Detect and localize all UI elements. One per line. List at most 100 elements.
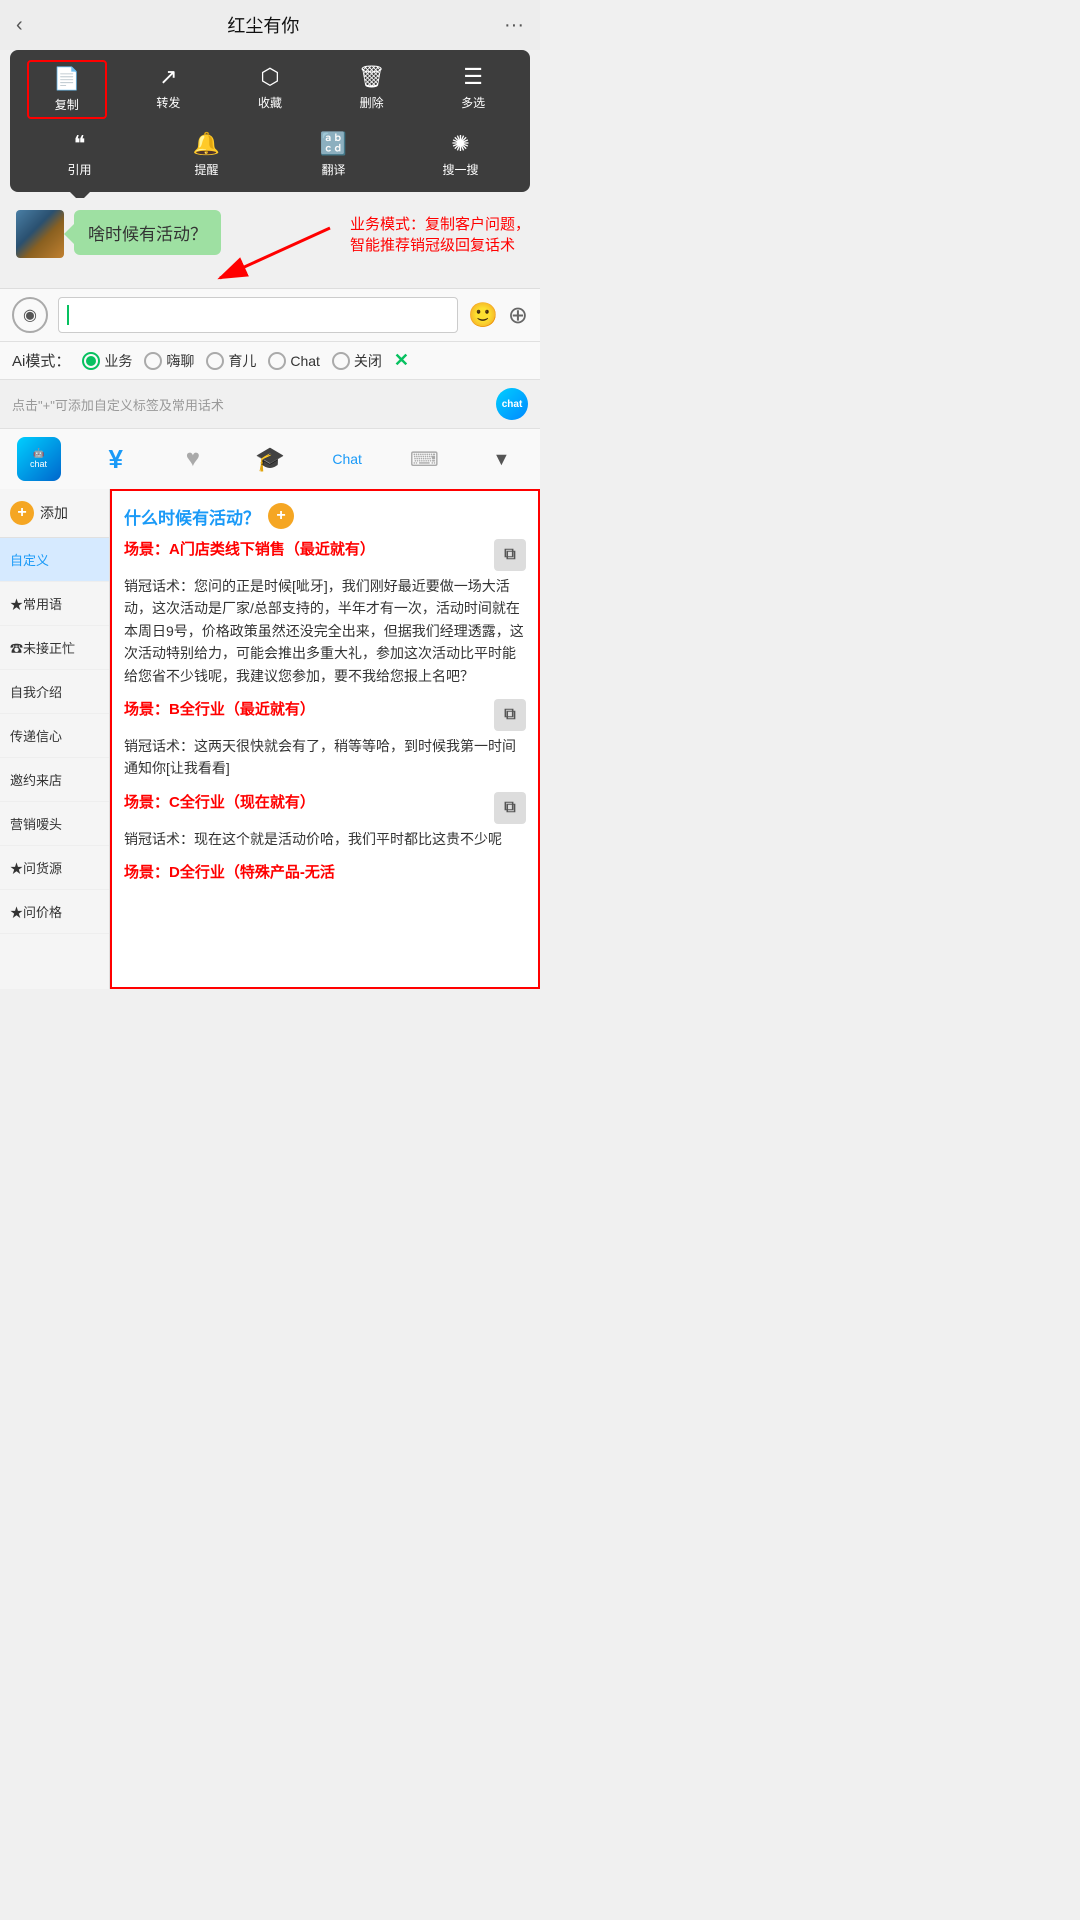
scenario-d-title: 场景：D全行业（特殊产品-无活: [124, 862, 526, 885]
collect-icon: ⬡: [260, 64, 279, 90]
yen-icon: ¥: [108, 444, 122, 475]
dropdown-arrow-icon: ▼: [492, 449, 510, 470]
sidebar-item-stock-label: ★问货源: [10, 861, 62, 876]
scenario-a-content: 销冠话术：您问的正是时候[呲牙]，我们刚好最近要做一场大活动，这次活动是厂家/总…: [124, 575, 526, 687]
remind-icon: 🔔: [193, 131, 220, 157]
radio-chat-label: Chat: [290, 353, 320, 369]
sidebar-item-intro-label: 自我介绍: [10, 685, 62, 700]
close-button[interactable]: ✕: [394, 350, 409, 371]
mode-haichat[interactable]: 嗨聊: [144, 351, 194, 371]
chat-badge-label: chat: [502, 399, 523, 410]
sidebar-item-common-label: ★常用语: [10, 597, 62, 612]
menu-search-label: 搜一搜: [442, 161, 478, 178]
scenario-d-block: 场景：D全行业（特殊产品-无活: [124, 862, 526, 885]
add-scenario-button[interactable]: +: [268, 503, 294, 529]
input-area: ◉ 🙂 ⊕: [0, 288, 540, 341]
scenario-c-content: 销冠话术：现在这个就是活动价哈，我们平时都比这贵不少呢: [124, 828, 526, 850]
radio-parenting-label: 育儿: [228, 351, 256, 371]
toolbar-yen[interactable]: ¥: [91, 437, 141, 481]
scenario-b-title: 场景：B全行业（最近就有） ⧉: [124, 699, 526, 731]
header: ‹ 红尘有你 ···: [0, 0, 540, 50]
right-panel: 什么时候有活动？ + 场景：A门店类线下销售（最近就有） ⧉ 销冠话术：您问的正…: [110, 489, 540, 989]
chat-area: 啥时候有活动？ 业务模式：复制客户问题，智能推荐销冠级回复话术: [0, 198, 540, 288]
radio-off-label: 关闭: [354, 351, 382, 371]
mode-parenting[interactable]: 育儿: [206, 351, 256, 371]
hint-text: 点击"+"可添加自定义标签及常用话术: [12, 395, 224, 414]
menu-search[interactable]: ✺ 搜一搜: [421, 127, 501, 182]
chat-badge[interactable]: chat: [496, 388, 528, 420]
sidebar-item-intro[interactable]: 自我介绍: [0, 670, 109, 714]
menu-forward[interactable]: ↗ 转发: [128, 60, 208, 119]
sidebar-item-custom[interactable]: 自定义: [0, 538, 109, 582]
question-header: 什么时候有活动？ +: [124, 503, 526, 529]
menu-delete-label: 删除: [360, 94, 384, 111]
voice-icon: ◉: [23, 305, 37, 325]
toolbar-graduation-hat[interactable]: 🎓: [245, 437, 295, 481]
avatar: [16, 210, 64, 258]
radio-parenting-circle: [206, 352, 224, 370]
toolbar: 🤖chat ¥ ♥ 🎓 Chat ⌨ ▼: [0, 428, 540, 489]
copy-scenario-b-button[interactable]: ⧉: [494, 699, 526, 731]
back-button[interactable]: ‹: [16, 14, 23, 37]
sidebar-item-common[interactable]: ★常用语: [0, 582, 109, 626]
scenario-c-title-text: 场景：C全行业（现在就有）: [124, 792, 315, 815]
menu-remind-label: 提醒: [194, 161, 218, 178]
multiselect-icon: ☰: [463, 64, 483, 90]
sidebar-item-missed-label: ☎未接正忙: [10, 641, 75, 656]
add-label: 添加: [40, 503, 68, 523]
radio-business-label: 业务: [104, 351, 132, 371]
scenario-b-block: 场景：B全行业（最近就有） ⧉ 销冠话术：这两天很快就会有了，稍等等哈，到时候我…: [124, 699, 526, 780]
sidebar-item-confidence[interactable]: 传递信心: [0, 714, 109, 758]
sidebar-item-missed[interactable]: ☎未接正忙: [0, 626, 109, 670]
message-text: 啥时候有活动？: [88, 225, 207, 244]
menu-remind[interactable]: 🔔 提醒: [167, 127, 247, 182]
sidebar-item-custom-label: 自定义: [10, 553, 49, 568]
copy-scenario-c-button[interactable]: ⧉: [494, 792, 526, 824]
toolbar-chat-text[interactable]: Chat: [322, 437, 372, 481]
menu-collect[interactable]: ⬡ 收藏: [230, 60, 310, 119]
ai-mode-bar: Ai模式： 业务 嗨聊 育儿 Chat 关闭 ✕: [0, 341, 540, 379]
menu-quote[interactable]: ❝ 引用: [40, 127, 120, 182]
sidebar-add-button[interactable]: + 添加: [0, 489, 109, 538]
toolbar-dropdown[interactable]: ▼: [476, 437, 526, 481]
menu-row-1: 📄 复制 ↗ 转发 ⬡ 收藏 🗑 删除 ☰ 多选: [16, 60, 524, 119]
page-title: 红尘有你: [227, 12, 299, 38]
add-button[interactable]: ⊕: [508, 301, 528, 330]
scenario-d-title-text: 场景：D全行业（特殊产品-无活: [124, 862, 335, 885]
sidebar-item-invite[interactable]: 邀约来店: [0, 758, 109, 802]
text-input-container[interactable]: [58, 297, 458, 333]
emoji-button[interactable]: 🙂: [468, 301, 498, 330]
sidebar-item-price[interactable]: ★问价格: [0, 890, 109, 934]
copy-scenario-a-button[interactable]: ⧉: [494, 539, 526, 571]
scenario-a-title: 场景：A门店类线下销售（最近就有） ⧉: [124, 539, 526, 571]
ai-mode-label: Ai模式：: [12, 350, 70, 371]
menu-delete[interactable]: 🗑 删除: [332, 60, 412, 119]
menu-quote-label: 引用: [67, 161, 91, 178]
sidebar-item-stock[interactable]: ★问货源: [0, 846, 109, 890]
toolbar-heart[interactable]: ♥: [168, 437, 218, 481]
keyboard-icon: ⌨: [410, 447, 439, 472]
robot-label: 🤖chat: [30, 448, 47, 470]
sidebar-item-price-label: ★问价格: [10, 905, 62, 920]
menu-translate[interactable]: 🔡 翻译: [294, 127, 374, 182]
toolbar-robot[interactable]: 🤖chat: [14, 437, 64, 481]
radio-off-circle: [332, 352, 350, 370]
menu-collect-label: 收藏: [258, 94, 282, 111]
copy-icon: 📄: [53, 66, 80, 92]
menu-copy[interactable]: 📄 复制: [27, 60, 107, 119]
menu-translate-label: 翻译: [321, 161, 345, 178]
mode-chat[interactable]: Chat: [268, 352, 320, 370]
more-button[interactable]: ···: [504, 14, 524, 37]
sidebar-item-marketing[interactable]: 营销嗳头: [0, 802, 109, 846]
mode-off[interactable]: 关闭: [332, 351, 382, 371]
quote-icon: ❝: [74, 131, 86, 157]
mode-business[interactable]: 业务: [82, 351, 132, 371]
radio-business-circle: [82, 352, 100, 370]
toolbar-keyboard[interactable]: ⌨: [399, 437, 449, 481]
menu-forward-label: 转发: [156, 94, 180, 111]
scenario-b-title-text: 场景：B全行业（最近就有）: [124, 699, 315, 722]
voice-button[interactable]: ◉: [12, 297, 48, 333]
menu-multiselect[interactable]: ☰ 多选: [433, 60, 513, 119]
left-sidebar: + 添加 自定义 ★常用语 ☎未接正忙 自我介绍 传递信心 邀约来店 营销嗳头 …: [0, 489, 110, 989]
scenario-b-content: 销冠话术：这两天很快就会有了，稍等等哈，到时候我第一时间通知你[让我看看]: [124, 735, 526, 780]
